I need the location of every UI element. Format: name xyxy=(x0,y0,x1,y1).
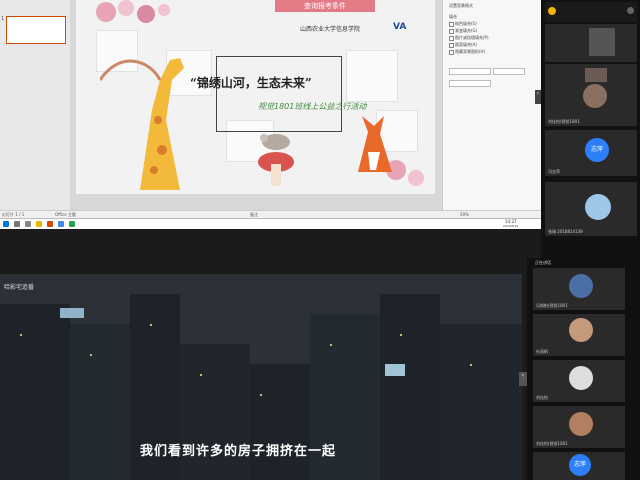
avatar: 志萍 xyxy=(569,454,591,476)
gradient-fill-label: 渐变填充(G) xyxy=(455,28,478,33)
picture-fill-label: 图片或纹理填充(P) xyxy=(455,35,489,40)
search-icon[interactable] xyxy=(14,221,20,227)
pane-value-box[interactable] xyxy=(493,68,525,75)
avatar xyxy=(569,274,593,298)
microphone-icon[interactable] xyxy=(627,7,634,14)
hide-graphics-checkbox[interactable] xyxy=(449,50,454,55)
participant-tile[interactable]: 刘佳怡 xyxy=(533,360,625,402)
avatar[interactable] xyxy=(548,7,556,15)
pane-fill-label[interactable]: 填充 xyxy=(449,14,457,20)
chevron-left-icon[interactable]: ‹ xyxy=(519,372,527,386)
thumbnail-number: 1 xyxy=(1,16,5,22)
participant-tile[interactable]: 刘佳怡(视觉1801 xyxy=(545,82,637,126)
video-subtitle: 我们看到许多的房子拥挤在一起 xyxy=(140,444,337,459)
solid-fill-radio[interactable] xyxy=(449,22,454,27)
participant-tile[interactable]: 张瑞 2018814139 xyxy=(545,182,637,236)
participant-name: 刘佳怡(视觉1801 xyxy=(536,441,568,446)
participant-tile[interactable]: 刘佳怡(视觉1801 xyxy=(533,406,625,448)
participant-name: 张瑞 2018814139 xyxy=(548,229,583,234)
participant-tile[interactable]: 志萍 xyxy=(533,452,625,480)
solid-fill-label: 纯色填充(S) xyxy=(455,21,477,26)
taskbar-date: 2020/5/31 xyxy=(503,224,519,228)
participant-name: 冯志萍 xyxy=(548,169,560,174)
participant-tile[interactable]: 杜雨帆 xyxy=(533,314,625,356)
query-requirements-button[interactable]: 查询报考条件 xyxy=(275,0,375,12)
transparency-slider[interactable] xyxy=(449,80,491,87)
speaking-label: 正在讲话 xyxy=(535,260,551,265)
slide-thumbnail-pane: 1 xyxy=(0,0,71,210)
participant-name: 刘佳怡(视觉1801 xyxy=(548,119,580,124)
format-background-pane: 设置背景格式 填充 纯色填充(S) 渐变填充(G) 图片或纹理填充(P) 图案填… xyxy=(442,0,542,210)
explorer-icon[interactable] xyxy=(36,221,42,227)
university-logo-text: 山西农业大学信息学院 xyxy=(300,26,361,33)
participant-tile[interactable]: 志萍 冯志萍 xyxy=(545,130,637,176)
mushroom-illustration xyxy=(256,150,296,190)
screen-light xyxy=(385,364,405,376)
gradient-fill-radio[interactable] xyxy=(449,29,454,34)
pane-title: 设置背景格式 xyxy=(449,3,473,8)
participant-name: 杜雨帆 xyxy=(536,349,548,354)
avatar xyxy=(569,318,593,342)
pattern-fill-label: 图案填充(A) xyxy=(455,42,477,47)
app-icon[interactable] xyxy=(69,221,75,227)
screen-light xyxy=(60,308,84,318)
hide-graphics-label: 隐藏背景图形(H) xyxy=(455,49,486,54)
avatar xyxy=(569,412,593,436)
pattern-fill-radio[interactable] xyxy=(449,43,454,48)
slide-title: “锦绣山河，生态未来” xyxy=(190,76,312,90)
start-icon[interactable] xyxy=(3,221,9,227)
zoom-level[interactable]: 59% xyxy=(460,212,469,217)
mouse-illustration xyxy=(256,130,296,152)
powerpoint-icon[interactable] xyxy=(47,221,53,227)
picture-fill-radio[interactable] xyxy=(449,36,454,41)
giraffe-illustration xyxy=(98,40,200,190)
participant-tile[interactable]: 冯知柏(视觉1801 xyxy=(533,268,625,310)
participant-name: 冯知柏(视觉1801 xyxy=(536,303,568,308)
participant-video xyxy=(589,28,615,56)
shared-video[interactable]: 哈影宅追番 我们看到许多的房子拥挤在一起 xyxy=(0,274,522,480)
avatar xyxy=(585,194,611,220)
participant-name: 刘佳怡 xyxy=(536,395,548,400)
fill-color-select[interactable] xyxy=(449,68,491,75)
browser-icon[interactable] xyxy=(58,221,64,227)
slide-thumbnail[interactable] xyxy=(6,16,66,44)
slide-subtitle: 视觉1801班线上公益之行活动 xyxy=(258,102,367,111)
participant-header xyxy=(545,2,637,22)
participant-tile[interactable] xyxy=(545,24,637,62)
avatar: 志萍 xyxy=(585,138,609,162)
participant-video xyxy=(583,84,607,108)
avatar xyxy=(569,366,593,390)
windows-taskbar: 14:27 2020/5/31 xyxy=(0,218,541,229)
video-watermark: 哈影宅追番 xyxy=(4,284,35,291)
flower-decoration xyxy=(86,0,176,30)
title-frame xyxy=(216,56,342,132)
va-logo: VA xyxy=(393,22,407,32)
fox-illustration xyxy=(348,112,398,172)
task-view-icon[interactable] xyxy=(25,221,31,227)
